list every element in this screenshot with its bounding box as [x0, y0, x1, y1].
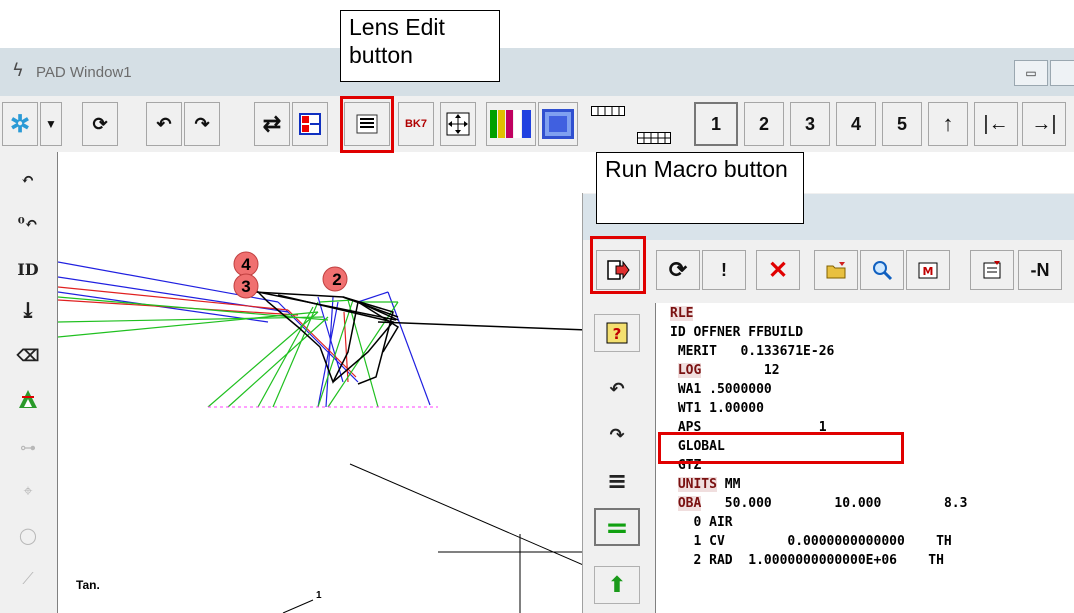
- maximize-button[interactable]: [1050, 60, 1074, 86]
- gear-icon[interactable]: ✲: [2, 102, 38, 146]
- id-icon[interactable]: ID: [4, 250, 52, 288]
- table-graphic: [591, 106, 625, 116]
- dropdown-arrow-icon[interactable]: ▼: [40, 102, 62, 146]
- editor-line: UNITS MM: [677, 477, 741, 492]
- editor-line: WA1 .5000000: [670, 382, 772, 397]
- layout-icon-graphic: [299, 113, 321, 135]
- insert-icon[interactable]: [970, 250, 1014, 290]
- surface-label-2: 2: [332, 270, 341, 289]
- negate-icon[interactable]: -N: [1018, 250, 1062, 290]
- ray-number-label: 1: [316, 590, 322, 601]
- eraser-icon[interactable]: ⌫: [4, 336, 52, 374]
- tent-icon[interactable]: [4, 380, 52, 418]
- svg-text:M: M: [923, 265, 934, 278]
- table-icon[interactable]: [588, 102, 628, 146]
- lens-edit-highlight: [340, 96, 394, 153]
- undo-icon[interactable]: ↶: [4, 160, 52, 198]
- movie-graphic: M: [918, 262, 938, 279]
- up-arrow-button[interactable]: ↑: [928, 102, 968, 146]
- aps-line-highlight: [658, 432, 904, 464]
- lens-edit-annotation: Lens Edit button: [340, 10, 500, 82]
- download-icon[interactable]: ⤓: [4, 292, 52, 330]
- help-icon[interactable]: ?: [594, 314, 640, 352]
- zoom-fit-icon[interactable]: [440, 102, 476, 146]
- cross-icon[interactable]: ✕: [756, 250, 800, 290]
- minimize-button[interactable]: ▭: [1014, 60, 1048, 86]
- window-title: PAD Window1: [36, 64, 132, 81]
- redo-icon[interactable]: ↷: [594, 416, 640, 454]
- editor-line: 0 AIR: [670, 515, 733, 530]
- undo-icon[interactable]: ↶: [594, 370, 640, 408]
- crosshair-icon[interactable]: ⌖: [4, 472, 52, 510]
- page-button-4[interactable]: 4: [836, 102, 876, 146]
- color-bars-icon[interactable]: [486, 102, 536, 146]
- bk7-glass-icon[interactable]: BK7: [398, 102, 434, 146]
- page-button-3[interactable]: 3: [790, 102, 830, 146]
- movie-icon[interactable]: M: [906, 250, 950, 290]
- surface-label-4: 4: [241, 255, 251, 274]
- circle-icon[interactable]: ◯: [4, 516, 52, 554]
- grid-icon[interactable]: [634, 102, 674, 146]
- run-macro-highlight: [590, 236, 646, 294]
- magnifier-icon[interactable]: [860, 250, 904, 290]
- run-macro-annotation: Run Macro button: [596, 152, 804, 224]
- insert-graphic: [983, 261, 1001, 279]
- zoom-fit-graphic: [446, 112, 470, 136]
- ray-trace-plot: 4 3 2 Tan. 1: [58, 251, 588, 613]
- magnifier-graphic: [873, 261, 893, 281]
- exclamation-icon[interactable]: !: [702, 250, 746, 290]
- editor-line: 2 RAD 1.0000000000000E+06 TH: [670, 553, 944, 568]
- page-button-1[interactable]: 1: [694, 102, 738, 146]
- editor-line: RLE: [670, 306, 694, 321]
- tan-label: Tan.: [76, 578, 100, 592]
- editor-line: WT1 1.00000: [670, 401, 764, 416]
- zero-undo-icon[interactable]: ⁰↶: [4, 204, 52, 242]
- color-bars-graphic: [490, 110, 531, 138]
- help-graphic: ?: [606, 322, 628, 344]
- page-button-2[interactable]: 2: [744, 102, 784, 146]
- equals-icon[interactable]: =: [594, 508, 640, 546]
- folder-graphic: [826, 262, 846, 279]
- align-right-icon[interactable]: ≡: [594, 462, 640, 500]
- grid-graphic: [637, 132, 671, 144]
- surface-label-3: 3: [241, 277, 250, 296]
- open-folder-icon[interactable]: [814, 250, 858, 290]
- up-arrow-icon[interactable]: ⬆: [594, 566, 640, 604]
- editor-line: ID OFFNER FFBUILD: [670, 325, 804, 340]
- redo-icon[interactable]: ↷: [184, 102, 220, 146]
- tent-graphic: [19, 390, 37, 408]
- editor-line: LOG 12: [677, 363, 780, 378]
- svg-text:?: ?: [613, 325, 622, 343]
- lens-element-icon[interactable]: ⊶: [4, 428, 52, 466]
- spot-diagram-icon[interactable]: [538, 102, 578, 146]
- spot-diagram-graphic: [542, 109, 574, 139]
- sliders-icon[interactable]: ⇄: [254, 102, 290, 146]
- cycle-icon[interactable]: ⟳: [656, 250, 700, 290]
- page-button-5[interactable]: 5: [882, 102, 922, 146]
- last-page-button[interactable]: →|: [1022, 102, 1066, 146]
- undo-icon[interactable]: ↶: [146, 102, 182, 146]
- editor-line: OBA 50.000 10.000 8.3: [677, 496, 968, 511]
- editor-line: 1 CV 0.0000000000000 TH: [670, 534, 952, 549]
- layout-icon[interactable]: [292, 102, 328, 146]
- lightning-icon: ϟ: [12, 60, 24, 81]
- window-titlebar: [0, 48, 1074, 96]
- first-page-button[interactable]: |←: [974, 102, 1018, 146]
- scale-icon[interactable]: ⟋: [4, 560, 52, 598]
- editor-line: MERIT 0.133671E-26: [670, 344, 835, 359]
- refresh-icon[interactable]: ⟳: [82, 102, 118, 146]
